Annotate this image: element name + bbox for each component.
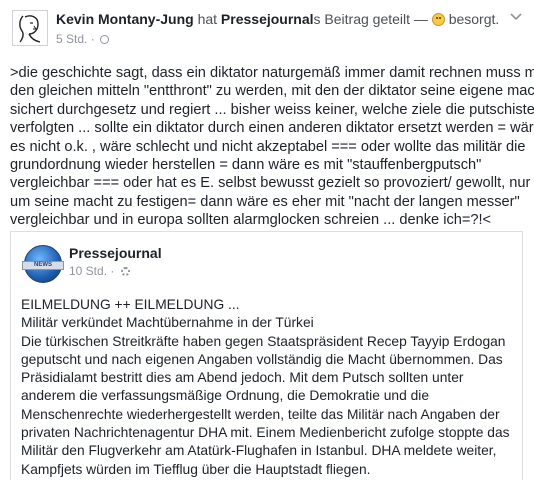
post-body-line: den gleichen mitteln "entthront" zu werd…	[10, 83, 534, 100]
post-timestamp[interactable]: 5 Std.	[56, 32, 87, 46]
meta-separator: ·	[90, 32, 95, 46]
shared-body-line: Präsidialamt bestritt dies am Abend jedo…	[21, 370, 464, 386]
author-name[interactable]: Kevin Montany-Jung	[56, 11, 194, 27]
shared-body-line: anderem die verfassungsmäßige Ordnung, d…	[21, 388, 429, 404]
post-body-line: vergleichbar und in europa sollten alarm…	[10, 212, 492, 229]
shared-body-line: Kampfjets würden im Tiefflug über die Ha…	[21, 461, 371, 477]
shared-page-link[interactable]: Pressejournal	[221, 11, 314, 27]
post-title-line: Kevin Montany-Jung hat Pressejournals Be…	[56, 11, 499, 27]
post-body: >die geschichte sagt, dass ein diktator …	[10, 64, 534, 230]
post-body-line: grundordnung wieder herstellen = dann wä…	[10, 157, 482, 174]
shared-page-name[interactable]: Pressejournal	[69, 245, 162, 261]
globe-icon	[100, 35, 110, 44]
shared-body-line: geputscht und nach eigenen Angaben volls…	[21, 351, 503, 367]
post-header: Kevin Montany-Jung hat Pressejournals Be…	[0, 0, 534, 56]
meta-separator: ·	[110, 264, 115, 278]
chevron-down-icon[interactable]	[508, 8, 524, 24]
shared-post-meta: 10 Std. ·	[69, 264, 130, 278]
post-body-line: >die geschichte sagt, dass ein diktator …	[10, 65, 534, 81]
shared-post-card[interactable]: NEWS Pressejournal 10 Std. · EILMELDUNG …	[10, 231, 523, 480]
post-meta: 5 Std. ·	[56, 32, 110, 46]
shared-body-line: Militär den Flugverkehr am Atatürk-Flugh…	[21, 443, 497, 459]
action-text-post: s Beitrag geteilt —	[313, 11, 428, 27]
post-body-line: es nicht o.k. , wäre schlecht und nicht …	[10, 138, 526, 155]
profile-avatar[interactable]	[12, 10, 48, 46]
shared-body-line: Die türkischen Streitkräfte haben gegen …	[21, 333, 506, 349]
action-text-pre: hat	[197, 11, 218, 27]
feeling-text: besorgt.	[448, 11, 500, 27]
shared-body-line: Militär verkündet Machtübernahme in der …	[21, 315, 314, 331]
post-body-line: sichert durchgesetz und regiert ... bish…	[10, 101, 534, 118]
post-body-line: vergleichbar === oder hat es E. selbst b…	[10, 175, 531, 192]
news-logo[interactable]: NEWS	[22, 245, 64, 283]
gear-icon	[120, 267, 130, 276]
post-body-line: um seine macht zu festigen= dann wäre es…	[10, 193, 520, 210]
sketch-avatar-icon	[19, 15, 41, 43]
shared-post-body: EILMELDUNG ++ EILMELDUNG ... Militär ver…	[21, 296, 521, 479]
news-logo-label: NEWS	[22, 261, 64, 270]
worried-face-emoji-icon	[431, 13, 445, 26]
post-body-line: verfolgten ... sollte ein diktator durch…	[10, 120, 534, 137]
shared-body-line: EILMELDUNG ++ EILMELDUNG ...	[21, 297, 240, 312]
shared-body-line: Menschenrechte wiederhergestellt werden,…	[21, 406, 500, 422]
shared-body-line: privaten Nachrichtenagentur DHA mit. Ein…	[21, 425, 510, 441]
shared-timestamp[interactable]: 10 Std.	[69, 264, 107, 278]
